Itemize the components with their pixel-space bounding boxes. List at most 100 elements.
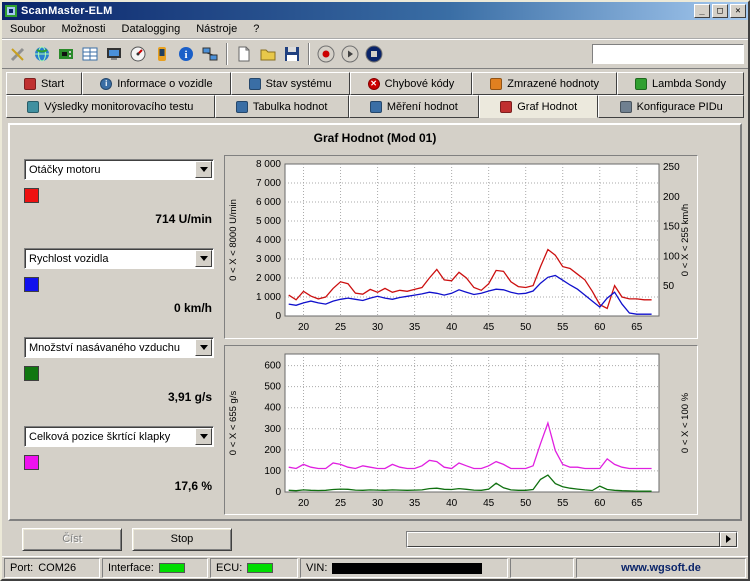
parameter-group-rpm: Otáčky motoru 714 U/min — [24, 159, 224, 226]
parameter-group-airflow: Množství nasávaného vzduchu 3,91 g/s — [24, 337, 224, 404]
app-window: ScanMaster-ELM _ □ ✕ Soubor Možnosti Dat… — [0, 0, 750, 581]
graph-tab-icon — [500, 101, 512, 113]
parameter-group-throttle: Celková pozice škrtící klapky 17,6 % — [24, 426, 224, 493]
tab-vysledky-monitorovaciho-testu[interactable]: Výsledky monitorovacího testu — [6, 95, 215, 118]
param-select-value: Celková pozice škrtící klapky — [25, 431, 195, 443]
svg-text:1 000: 1 000 — [256, 292, 281, 303]
param-select-speed[interactable]: Rychlost vozidla — [24, 248, 214, 269]
tab-lambda-sondy[interactable]: Lambda Sondy — [617, 72, 744, 95]
minimize-button[interactable]: _ — [694, 4, 710, 18]
parameter-group-speed: Rychlost vozidla 0 km/h — [24, 248, 224, 315]
stop-playback-button[interactable] — [362, 42, 386, 66]
start-tab-icon — [24, 78, 36, 90]
vehicle-info-tab-icon: i — [100, 78, 112, 90]
chart-scrollbar[interactable] — [406, 531, 738, 548]
svg-text:0: 0 — [275, 311, 281, 322]
svg-text:200: 200 — [663, 192, 680, 203]
tab-label: Zmrazené hodnoty — [507, 78, 599, 90]
read-button[interactable]: Číst — [22, 528, 122, 551]
svg-text:0 < X < 655 g/s: 0 < X < 655 g/s — [228, 391, 239, 456]
svg-text:40: 40 — [446, 498, 458, 509]
panel-title: Graf Hodnot (Mod 01) — [10, 125, 740, 149]
svg-text:500: 500 — [264, 382, 281, 393]
website-link[interactable]: www.wgsoft.de — [576, 558, 746, 578]
tab-label: Tabulka hodnot — [253, 101, 328, 113]
chip-board-icon[interactable] — [54, 42, 78, 66]
tab-label: Lambda Sondy — [652, 78, 726, 90]
svg-text:5 000: 5 000 — [256, 216, 281, 227]
svg-text:8 000: 8 000 — [256, 159, 281, 170]
close-button[interactable]: ✕ — [730, 4, 746, 18]
maximize-button[interactable]: □ — [712, 4, 728, 18]
menu-help[interactable]: ? — [245, 21, 267, 37]
value-table-tab-icon — [236, 101, 248, 113]
connect-displays-icon[interactable] — [198, 42, 222, 66]
tab-tabulka-hodnot[interactable]: Tabulka hodnot — [215, 95, 349, 118]
gauge-icon[interactable] — [126, 42, 150, 66]
svg-text:2 000: 2 000 — [256, 273, 281, 284]
system-status-tab-icon — [249, 78, 261, 90]
interface-led-indicator — [159, 563, 185, 573]
measure-tab-icon — [370, 101, 382, 113]
stop-button[interactable]: Stop — [132, 528, 232, 551]
dropdown-arrow-icon[interactable] — [195, 250, 212, 267]
tab-label: Konfigurace PIDu — [637, 101, 723, 113]
tab-graf-hodnot[interactable]: Graf Hodnot — [479, 95, 598, 118]
svg-text:40: 40 — [446, 322, 458, 333]
dropdown-arrow-icon[interactable] — [195, 428, 212, 445]
play-button[interactable] — [338, 42, 362, 66]
param-select-throttle[interactable]: Celková pozice škrtící klapky — [24, 426, 214, 447]
toolbar-separator — [308, 43, 310, 65]
menu-soubor[interactable]: Soubor — [2, 21, 53, 37]
param-color-swatch — [24, 188, 39, 203]
dropdown-arrow-icon[interactable] — [195, 161, 212, 178]
tab-stav-systemu[interactable]: Stav systému — [231, 72, 350, 95]
tab-label: Start — [41, 78, 64, 90]
tab-informace-o-vozidle[interactable]: i Informace o vozidle — [82, 72, 230, 95]
interface-label: Interface: — [108, 562, 154, 574]
phone-icon[interactable] — [150, 42, 174, 66]
tab-chybove-kody[interactable]: ✕ Chybové kódy — [350, 72, 473, 95]
svg-text:600: 600 — [264, 361, 281, 372]
svg-text:60: 60 — [594, 322, 606, 333]
svg-text:200: 200 — [264, 445, 281, 456]
tab-label: Měření hodnot — [387, 101, 458, 113]
info-icon[interactable]: i — [174, 42, 198, 66]
svg-text:45: 45 — [483, 322, 495, 333]
tools-icon[interactable] — [6, 42, 30, 66]
app-icon — [4, 4, 18, 18]
svg-text:400: 400 — [264, 403, 281, 414]
toolbar-input[interactable] — [592, 44, 744, 64]
svg-text:20: 20 — [298, 498, 310, 509]
globe-icon[interactable] — [30, 42, 54, 66]
ecu-label: ECU: — [216, 562, 242, 574]
menu-nastroje[interactable]: Nástroje — [188, 21, 245, 37]
vin-label: VIN: — [306, 562, 327, 574]
ecu-led-indicator — [247, 563, 273, 573]
tab-start[interactable]: Start — [6, 72, 82, 95]
tab-konfigurace-pidu[interactable]: Konfigurace PIDu — [598, 95, 744, 118]
svg-text:3 000: 3 000 — [256, 254, 281, 265]
monitor-test-tab-icon — [27, 101, 39, 113]
ecu-status: ECU: — [210, 558, 298, 578]
menu-datalogging[interactable]: Datalogging — [114, 21, 189, 37]
svg-text:50: 50 — [520, 322, 532, 333]
param-select-rpm[interactable]: Otáčky motoru — [24, 159, 214, 180]
scrollbar-right-arrow-icon[interactable] — [720, 532, 737, 547]
open-folder-icon[interactable] — [256, 42, 280, 66]
svg-text:30: 30 — [372, 498, 384, 509]
param-select-airflow[interactable]: Množství nasávaného vzduchu — [24, 337, 214, 358]
menu-moznosti[interactable]: Možnosti — [53, 21, 113, 37]
scrollbar-thumb[interactable] — [407, 532, 720, 547]
param-select-value: Rychlost vozidla — [25, 253, 195, 265]
dropdown-arrow-icon[interactable] — [195, 339, 212, 356]
svg-text:30: 30 — [372, 322, 384, 333]
table-icon[interactable] — [78, 42, 102, 66]
svg-text:0 < X < 8000 U/min: 0 < X < 8000 U/min — [228, 199, 239, 281]
new-file-icon[interactable] — [232, 42, 256, 66]
tab-zmrazene-hodnoty[interactable]: Zmrazené hodnoty — [472, 72, 617, 95]
monitor-icon[interactable] — [102, 42, 126, 66]
save-icon[interactable] — [280, 42, 304, 66]
tab-mereni-hodnot[interactable]: Měření hodnot — [349, 95, 479, 118]
record-button[interactable] — [314, 42, 338, 66]
